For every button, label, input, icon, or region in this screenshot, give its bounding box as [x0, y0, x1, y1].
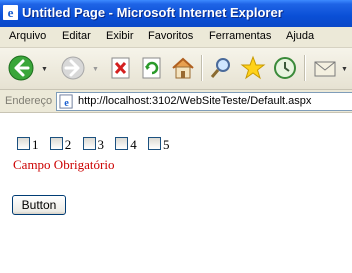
- svg-text:e: e: [64, 98, 69, 109]
- checkbox-item-1[interactable]: 1: [17, 137, 45, 153]
- menu-favoritos[interactable]: Favoritos: [148, 30, 193, 42]
- toolbar-separator: [201, 55, 203, 81]
- window-title: Untitled Page - Microsoft Internet Explo…: [22, 5, 283, 20]
- title-bar[interactable]: e Untitled Page - Microsoft Internet Exp…: [0, 0, 352, 27]
- page-content: 1 2 3 4 5 Campo Obrigatório Button: [0, 113, 352, 273]
- address-label: Endereço: [5, 95, 53, 107]
- svg-text:e: e: [8, 5, 14, 20]
- refresh-icon[interactable]: [137, 53, 167, 83]
- checkbox-2[interactable]: [49, 137, 63, 151]
- forward-icon[interactable]: [58, 53, 88, 83]
- checkbox-label: 5: [163, 137, 170, 153]
- menu-ferramentas[interactable]: Ferramentas: [209, 30, 271, 42]
- checkbox-item-4[interactable]: 4: [115, 137, 143, 153]
- checkbox-label: 1: [32, 137, 39, 153]
- menu-ajuda[interactable]: Ajuda: [286, 30, 314, 42]
- address-bar: Endereço e http://localhost:3102/WebSite…: [0, 90, 352, 113]
- home-icon[interactable]: [168, 53, 198, 83]
- back-dropdown-icon[interactable]: ▼: [41, 66, 48, 73]
- menu-editar[interactable]: Editar: [62, 30, 91, 42]
- address-input[interactable]: e http://localhost:3102/WebSiteTeste/Def…: [56, 92, 352, 111]
- checkbox-1[interactable]: [17, 137, 30, 151]
- stop-icon[interactable]: [106, 53, 136, 83]
- toolbar-separator: [304, 55, 306, 81]
- mail-icon[interactable]: [310, 53, 340, 83]
- browser-window: e Untitled Page - Microsoft Internet Exp…: [0, 0, 352, 273]
- checkbox-label: 3: [97, 137, 105, 153]
- checkbox-item-5[interactable]: 5: [148, 137, 176, 153]
- validation-message: Campo Obrigatório: [13, 157, 115, 172]
- address-url: http://localhost:3102/WebSiteTeste/Defau…: [78, 95, 312, 107]
- page-icon: e: [59, 94, 73, 109]
- forward-dropdown-icon[interactable]: ▼: [92, 66, 99, 73]
- toolbar: ▼ ▼ ▼: [0, 48, 352, 90]
- history-icon[interactable]: [270, 53, 300, 83]
- checkbox-label: 4: [130, 137, 137, 153]
- favorites-icon[interactable]: [238, 53, 268, 83]
- checkbox-3[interactable]: [82, 137, 96, 151]
- search-icon[interactable]: [206, 53, 236, 83]
- submit-button[interactable]: Button: [12, 195, 66, 215]
- ie-logo-icon: e: [3, 5, 18, 20]
- back-icon[interactable]: [6, 53, 36, 83]
- checkbox-5[interactable]: [148, 137, 161, 151]
- menu-arquivo[interactable]: Arquivo: [9, 30, 46, 42]
- mail-dropdown-icon[interactable]: ▼: [341, 66, 348, 73]
- menu-exibir[interactable]: Exibir: [106, 30, 134, 42]
- checkbox-label: 2: [64, 137, 72, 153]
- checkbox-item-3[interactable]: 3: [82, 137, 111, 153]
- menu-bar: Arquivo Editar Exibir Favoritos Ferramen…: [0, 27, 352, 48]
- checkbox-item-2[interactable]: 2: [49, 137, 78, 153]
- checkbox-list: 1 2 3 4 5: [17, 136, 178, 153]
- checkbox-4[interactable]: [115, 137, 129, 151]
